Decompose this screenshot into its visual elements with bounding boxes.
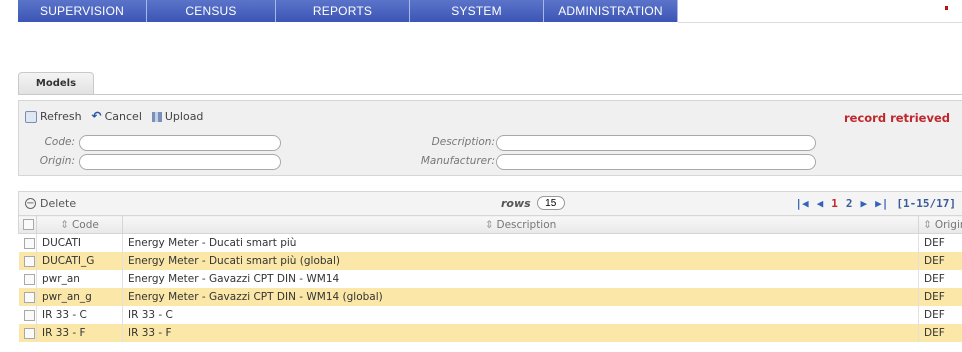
- sort-icon: ⇕: [484, 218, 494, 231]
- code-column-label: Code: [71, 218, 99, 231]
- delete-label: Delete: [40, 197, 77, 210]
- row-checkbox[interactable]: [23, 327, 35, 339]
- table-row[interactable]: pwr_an_g Energy Meter - Gavazzi CPT DIN …: [18, 288, 962, 306]
- tab-models[interactable]: Models: [18, 72, 94, 94]
- select-all-header[interactable]: [18, 215, 37, 234]
- row-code: pwr_an_g: [36, 288, 123, 306]
- models-table: ⇕Code ⇕Description ⇕Origin DUCATI Energy…: [18, 215, 962, 342]
- row-checkbox[interactable]: [23, 237, 35, 249]
- row-checkbox[interactable]: [23, 255, 35, 267]
- row-code: DUCATI_G: [36, 252, 123, 270]
- refresh-icon: [25, 110, 37, 123]
- row-description: IR 33 - F: [122, 324, 919, 342]
- upload-label: Upload: [164, 110, 204, 123]
- rows-label: rows: [501, 196, 531, 210]
- next-page-icon[interactable]: ▶: [861, 197, 868, 210]
- row-origin: DEF: [918, 324, 962, 342]
- page-range: [1-15/17]: [896, 197, 956, 210]
- rows-per-page: rows: [501, 196, 565, 210]
- last-page-icon[interactable]: ▶|: [875, 197, 888, 210]
- row-checkbox[interactable]: [23, 291, 35, 303]
- code-column-header[interactable]: ⇕ Code: [36, 215, 123, 234]
- first-page-icon[interactable]: |◀: [795, 197, 808, 210]
- select-all-checkbox[interactable]: [23, 219, 34, 230]
- nav-marker: [945, 6, 948, 10]
- origin-label: Origin:: [39, 155, 75, 167]
- row-checkbox[interactable]: [23, 309, 35, 321]
- row-description: IR 33 - C: [122, 306, 919, 324]
- nav-tab-reports[interactable]: REPORTS: [276, 0, 410, 22]
- description-input[interactable]: [496, 135, 816, 151]
- manufacturer-label: Manufacturer:: [420, 155, 495, 167]
- manufacturer-input[interactable]: [496, 154, 816, 170]
- page-link-1[interactable]: 1: [831, 197, 838, 210]
- row-description: Energy Meter - Gavazzi CPT DIN - WM14: [122, 270, 919, 288]
- table-row[interactable]: DUCATI_G Energy Meter - Ducati smart più…: [18, 252, 962, 270]
- row-code: pwr_an: [36, 270, 123, 288]
- tab-divider: [18, 94, 962, 95]
- origin-input[interactable]: [79, 154, 281, 170]
- refresh-button[interactable]: Refresh: [25, 110, 82, 123]
- nav-tab-supervision[interactable]: SUPERVISION: [18, 0, 147, 22]
- nav-tab-administration[interactable]: ADMINISTRATION: [544, 0, 678, 22]
- pagination: |◀ ◀ 1 2 ▶ ▶| [1-15/17]: [795, 197, 956, 210]
- prev-page-icon[interactable]: ◀: [817, 197, 824, 210]
- row-description: Energy Meter - Ducati smart più (global): [122, 252, 919, 270]
- row-code: IR 33 - F: [36, 324, 123, 342]
- toolbar: Refresh ↶ Cancel Upload: [25, 110, 209, 123]
- upload-icon: [151, 111, 162, 122]
- description-column-header[interactable]: ⇕ Description: [122, 215, 919, 234]
- nav-spacer: [678, 0, 962, 23]
- sort-icon: ⇕: [60, 218, 69, 231]
- code-label: Code:: [44, 136, 75, 148]
- cancel-label: Cancel: [104, 110, 142, 123]
- description-column-label: Description: [496, 218, 557, 231]
- origin-column-header[interactable]: ⇕Origin: [918, 215, 962, 234]
- top-navigation: SUPERVISION CENSUS REPORTS SYSTEM ADMINI…: [18, 0, 962, 23]
- row-origin: DEF: [918, 288, 962, 306]
- rows-input[interactable]: [536, 196, 565, 210]
- filter-panel: Refresh ↶ Cancel Upload record retrieved…: [18, 100, 962, 176]
- upload-button[interactable]: Upload: [151, 110, 204, 123]
- page-link-2[interactable]: 2: [846, 197, 853, 210]
- row-origin: DEF: [918, 270, 962, 288]
- nav-tab-system[interactable]: SYSTEM: [410, 0, 544, 22]
- table-header-row: ⇕Code ⇕Description ⇕Origin: [18, 215, 962, 234]
- grid-toolbar: − Delete rows |◀ ◀ 1 2 ▶ ▶| [1-15/17]: [18, 191, 962, 215]
- refresh-label: Refresh: [40, 110, 82, 123]
- row-origin: DEF: [918, 233, 962, 252]
- row-description: Energy Meter - Ducati smart più: [122, 233, 919, 252]
- row-code: IR 33 - C: [36, 306, 123, 324]
- description-label: Description:: [431, 136, 495, 148]
- table-row[interactable]: DUCATI Energy Meter - Ducati smart più D…: [18, 233, 962, 252]
- row-checkbox[interactable]: [23, 273, 35, 285]
- row-origin: DEF: [918, 252, 962, 270]
- nav-tab-census[interactable]: CENSUS: [147, 0, 276, 22]
- sort-icon: ⇕: [923, 218, 932, 231]
- status-message: record retrieved: [843, 111, 950, 125]
- minus-circle-icon: −: [25, 198, 36, 209]
- table-row[interactable]: IR 33 - C IR 33 - C DEF: [18, 306, 962, 324]
- row-code: DUCATI: [36, 233, 123, 252]
- delete-button[interactable]: − Delete: [25, 197, 76, 210]
- table-row[interactable]: IR 33 - F IR 33 - F DEF: [18, 324, 962, 342]
- row-origin: DEF: [918, 306, 962, 324]
- cancel-button[interactable]: ↶ Cancel: [92, 110, 142, 123]
- cancel-icon: ↶: [91, 109, 102, 123]
- row-description: Energy Meter - Gavazzi CPT DIN - WM14 (g…: [122, 288, 919, 306]
- table-row[interactable]: pwr_an Energy Meter - Gavazzi CPT DIN - …: [18, 270, 962, 288]
- code-input[interactable]: [79, 135, 281, 151]
- origin-column-label: Origin: [934, 218, 962, 231]
